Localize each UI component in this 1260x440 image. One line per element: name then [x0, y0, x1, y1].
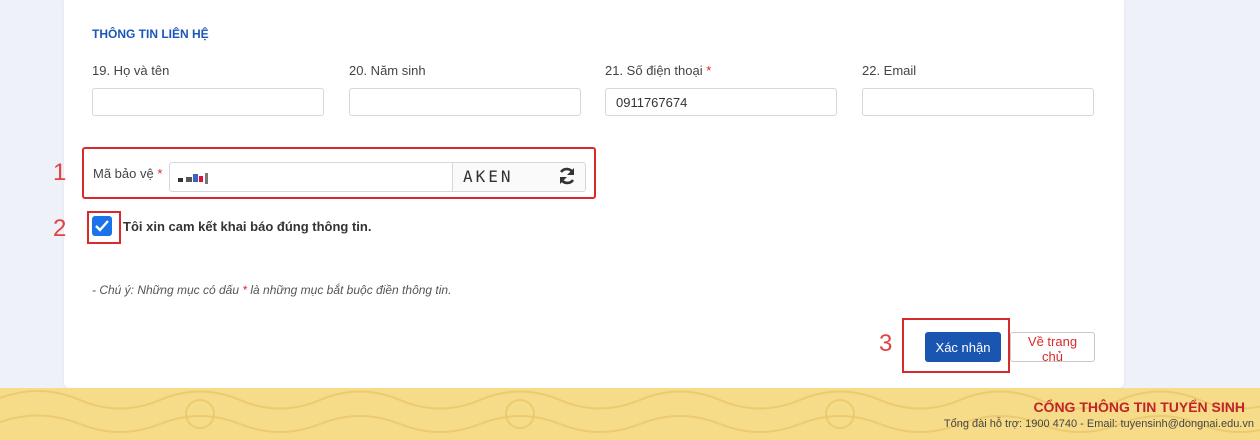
phone-input[interactable]: 0911767674 — [605, 88, 837, 116]
field-label-full-name: 19. Họ và tên — [92, 63, 170, 78]
footer: CỔNG THÔNG TIN TUYỂN SINH Tổng đài hỗ tr… — [0, 388, 1260, 440]
captcha-code: AKEN — [463, 167, 514, 186]
submit-button[interactable]: Xác nhận — [925, 332, 1001, 362]
email-input[interactable] — [862, 88, 1094, 116]
refresh-icon[interactable] — [557, 166, 577, 186]
birth-year-input[interactable] — [349, 88, 581, 116]
checkmark-icon — [95, 220, 109, 232]
home-button[interactable]: Về trang chủ — [1010, 332, 1095, 364]
marker-3: 3 — [879, 330, 893, 357]
agree-checkbox[interactable] — [92, 216, 112, 236]
marker-2: 2 — [53, 215, 67, 242]
captcha-typed-glyphs — [178, 173, 208, 184]
field-label-phone: 21. Số điện thoại * — [605, 63, 712, 78]
required-mark: * — [706, 63, 712, 78]
agree-label[interactable]: Tôi xin cam kết khai báo đúng thông tin. — [123, 219, 371, 234]
field-label-email: 22. Email — [862, 63, 917, 78]
required-note: - Chú ý: Những mục có dấu * là những mục… — [92, 283, 452, 297]
section-title: THÔNG TIN LIÊN HỆ — [92, 27, 209, 41]
full-name-input[interactable] — [92, 88, 324, 116]
footer-contact: Tổng đài hỗ trợ: 1900 4740 - Email: tuye… — [943, 418, 1254, 430]
footer-title: CỔNG THÔNG TIN TUYỂN SINH — [1033, 399, 1245, 415]
field-label-birth-year: 20. Năm sinh — [349, 63, 426, 78]
marker-1: 1 — [53, 159, 67, 186]
captcha-label: Mã bảo vệ * — [93, 166, 163, 181]
